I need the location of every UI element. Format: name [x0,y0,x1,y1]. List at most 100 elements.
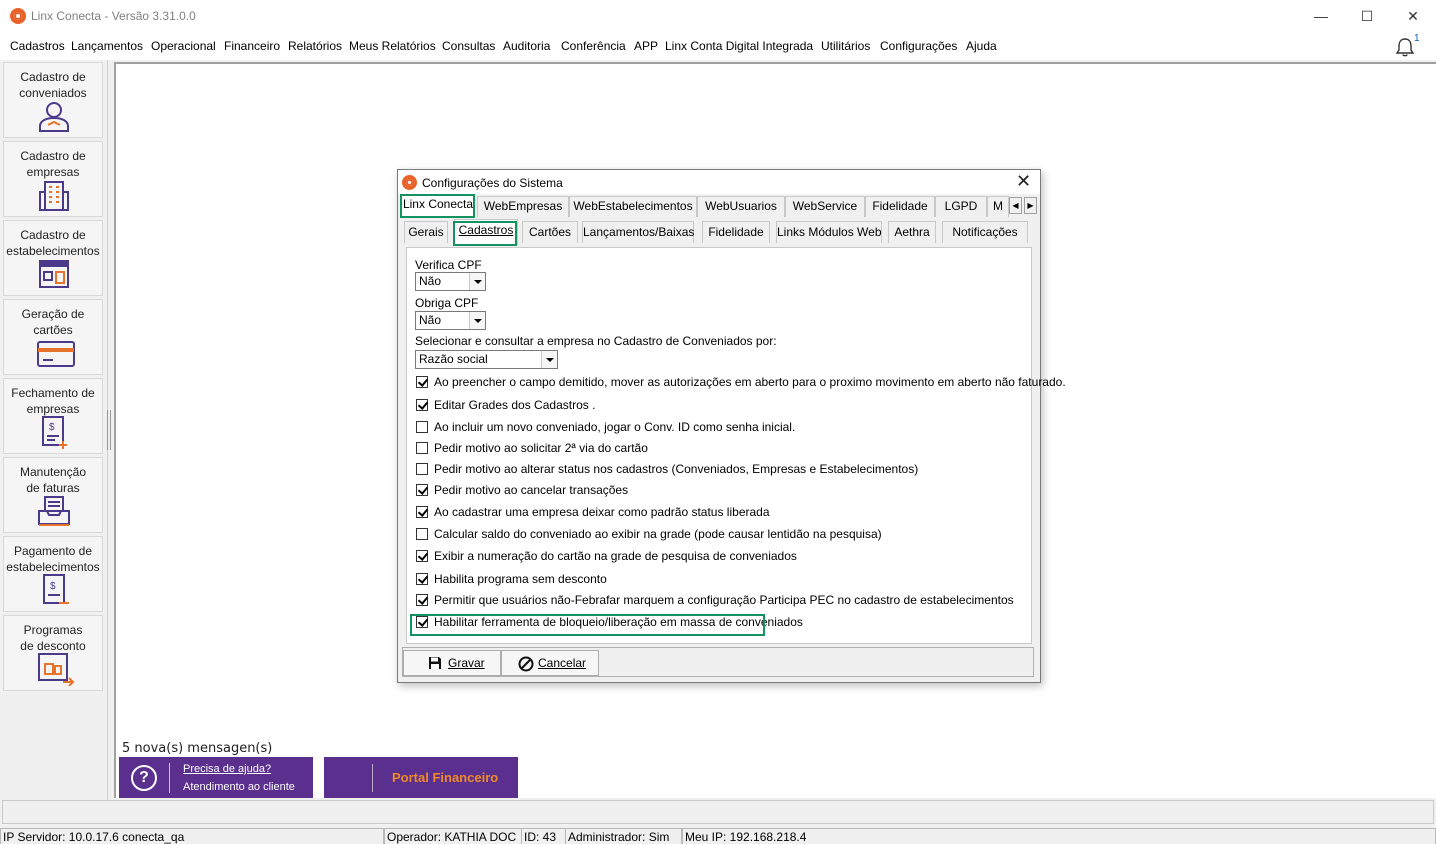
checkbox-label: Ao incluir um novo conveniado, jogar o C… [434,420,796,434]
checkbox[interactable] [416,442,428,454]
selecionar-empresa-select[interactable]: Razão social [415,350,558,369]
tab-fidelidade[interactable]: Fidelidade [865,196,935,217]
menu-configuracoes[interactable]: Configurações [880,39,957,53]
sidebar-item-label: Cadastro de estabelecimentos [6,228,100,258]
status-operator: Operador: KATHIA DOC [384,828,522,844]
tab-webusuarios[interactable]: WebUsuarios [697,196,785,217]
discount-icon [38,653,75,686]
close-button[interactable]: ✕ [1390,0,1436,32]
sidebar-fechamento-empresas[interactable]: Fechamento de empresas $ [3,378,103,454]
checkbox[interactable] [416,550,428,562]
checkbox[interactable] [416,528,428,540]
dialog-title: Configurações do Sistema [422,176,563,190]
tab-scroll-right-icon[interactable]: ▶ [1024,197,1037,214]
building-icon [39,181,69,211]
checkbox[interactable] [416,594,428,606]
help-link[interactable]: Precisa de ajuda? [183,763,271,775]
help-banner[interactable]: ? Precisa de ajuda? Atendimento ao clien… [119,757,313,798]
menu-cadastros[interactable]: Cadastros [10,39,65,53]
messages-counter[interactable]: 5 nova(s) mensagen(s) [122,741,272,756]
menu-auditoria[interactable]: Auditoria [503,39,550,53]
tab-notificacoes[interactable]: Notificações [942,221,1028,243]
obriga-cpf-select[interactable]: Não [415,311,486,330]
help-subtitle: Atendimento ao cliente [183,781,295,793]
tab-lgpd[interactable]: LGPD [935,196,987,217]
tab-webservice[interactable]: WebService [785,196,865,217]
sidebar-cadastro-empresas[interactable]: Cadastro de empresas [3,141,103,217]
tab-lancamentos-baixas[interactable]: Lançamentos/Baixas [582,221,694,243]
menu-ajuda[interactable]: Ajuda [966,39,997,53]
sidebar-item-label: Fechamento de empresas [11,386,95,416]
gravar-button[interactable]: Gravar [403,650,501,676]
highlight-cadastros-tab [453,221,517,246]
status-id: ID: 43 [522,828,566,844]
store-icon [39,260,69,288]
checkbox-label: Habilita programa sem desconto [434,572,607,586]
gravar-label: Gravar [448,656,485,670]
menu-conferencia[interactable]: Conferência [561,39,626,53]
sidebar-cadastro-conveniados[interactable]: Cadastro de conveniados [3,62,103,138]
menu-linx-conta-digital[interactable]: Linx Conta Digital Integrada [665,39,813,53]
app-logo-icon [10,8,26,24]
sidebar-geracao-cartoes[interactable]: Geração de cartões [3,299,103,375]
highlight-bloqueio-checkbox [410,614,765,636]
menu-app[interactable]: APP [634,39,658,53]
checkbox-label: Pedir motivo ao alterar status nos cadas… [434,462,919,476]
tab-aethra[interactable]: Aethra [888,221,936,243]
sidebar-pagamento-estabelecimentos[interactable]: Pagamento de estabelecimentos $ [3,536,103,612]
checkbox-label: Pedir motivo ao solicitar 2ª via do cart… [434,441,648,455]
tab-scroll-left-icon[interactable]: ◀ [1009,197,1022,214]
checkbox[interactable] [416,573,428,585]
checkbox[interactable] [416,421,428,433]
status-strip [2,800,1434,824]
menu-utilitarios[interactable]: Utilitários [821,39,870,53]
sidebar-item-label: Geração de cartões [21,307,85,337]
svg-text:$: $ [50,581,56,592]
tab-gerais[interactable]: Gerais [404,221,448,243]
notification-count: 1 [1414,33,1420,44]
dialog-title-bar[interactable]: Configurações do Sistema ✕ [398,170,1040,194]
minimize-button[interactable]: — [1298,0,1344,32]
tab-cartoes[interactable]: Cartões [522,221,578,243]
menu-consultas[interactable]: Consultas [442,39,495,53]
menu-operacional[interactable]: Operacional [151,39,216,53]
cadastros-panel: Verifica CPF Não Obriga CPF Não Selecion… [406,247,1066,644]
bell-icon[interactable] [1394,36,1416,58]
top-tabs: Linx Conecta WebEmpresas WebEstabelecime… [398,194,1040,218]
checkbox[interactable] [416,484,428,496]
portal-financeiro-label: Portal Financeiro [392,770,499,785]
sidebar-manutencao-faturas[interactable]: Manutenção de faturas [3,457,103,533]
menu-relatorios[interactable]: Relatórios [288,39,342,53]
checkbox[interactable] [416,399,428,411]
checkbox[interactable] [416,463,428,475]
cancelar-button[interactable]: Cancelar [501,650,599,676]
chevron-down-icon[interactable] [469,273,485,290]
sidebar-splitter[interactable] [107,410,111,450]
chevron-down-icon[interactable] [469,312,485,329]
sidebar-programas-desconto[interactable]: Programas de desconto [3,615,103,691]
selecionar-empresa-label: Selecionar e consultar a empresa no Cada… [415,334,777,348]
tab-fidelidade-sub[interactable]: Fidelidade [702,221,770,243]
tab-webestabelecimentos[interactable]: WebEstabelecimentos [569,196,697,217]
portal-financeiro-banner[interactable]: Portal Financeiro [324,757,518,798]
checkbox-label: Editar Grades dos Cadastros . [434,398,596,412]
menu-meus-relatorios[interactable]: Meus Relatórios [349,39,436,53]
tab-webempresas[interactable]: WebEmpresas [477,196,569,217]
banner-divider [372,764,373,792]
menu-lancamentos[interactable]: Lançamentos [71,39,143,53]
verifica-cpf-value: Não [419,274,442,288]
sidebar-cadastro-estabelecimentos[interactable]: Cadastro de estabelecimentos [3,220,103,296]
verifica-cpf-select[interactable]: Não [415,272,486,291]
payment-icon: $ [43,574,69,604]
menu-financeiro[interactable]: Financeiro [224,39,280,53]
sidebar-item-label: Cadastro de empresas [20,149,86,179]
checkbox-label: Pedir motivo ao cancelar transações [434,483,629,497]
chevron-down-icon[interactable] [541,351,557,368]
sidebar-item-label: Pagamento de estabelecimentos [6,544,100,574]
checkbox[interactable] [416,376,428,388]
dialog-close-icon[interactable]: ✕ [1016,171,1031,192]
maximize-button[interactable]: ☐ [1344,0,1390,32]
tab-more[interactable]: M [987,196,1009,217]
checkbox[interactable] [416,506,428,518]
tab-links-modulos-web[interactable]: Links Módulos Web [776,221,882,243]
